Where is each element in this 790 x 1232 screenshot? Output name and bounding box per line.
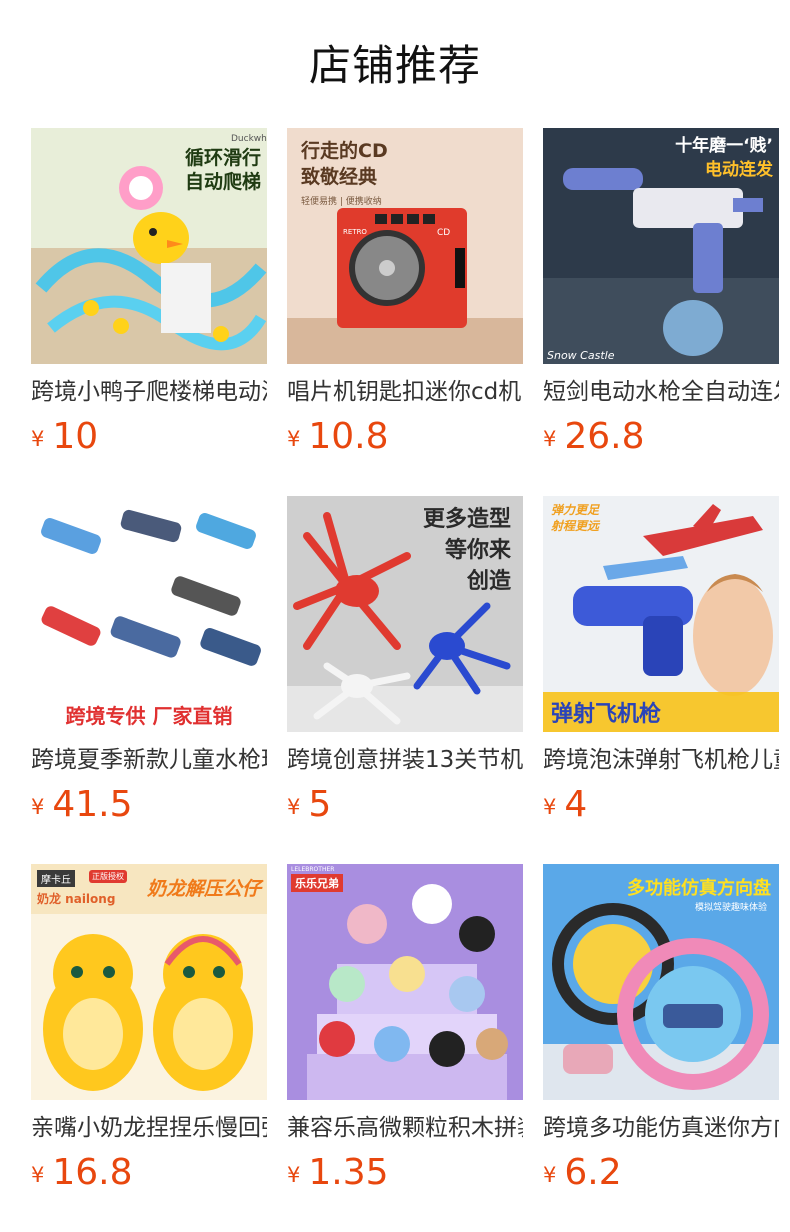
product-card[interactable]: 跨境专供 厂家直销 跨境夏季新款儿童水枪玩具 ¥41.5 <box>31 496 267 836</box>
product-image[interactable]: 多功能仿真方向盘 模拟驾驶趣味体验 <box>543 864 779 1100</box>
device-label-cd: CD <box>437 228 451 238</box>
device-label-retro: RETRO <box>343 228 367 236</box>
product-image[interactable]: LELEBROTHER 乐乐兄弟 <box>287 864 523 1100</box>
product-card[interactable]: 摩卡丘 正版授权 奶龙 nailong 奶龙解压公仔 亲嘴小奶龙捏捏乐慢回弹玩具… <box>31 864 267 1204</box>
product-name[interactable]: 兼容乐高微颗粒积木拼装玩具 <box>287 1112 523 1144</box>
product-name[interactable]: 跨境创意拼装13关节机甲蜘蛛 <box>287 744 523 776</box>
product-name[interactable]: 短剑电动水枪全自动连发 <box>543 376 779 408</box>
product-price: ¥1.35 <box>287 1151 389 1195</box>
currency-symbol: ¥ <box>287 1163 301 1187</box>
currency-symbol: ¥ <box>31 795 45 819</box>
product-image[interactable]: 行走的CD 致敬经典 轻便易携 | 便携收纳 RETRO CD <box>287 128 523 364</box>
price-amount: 10 <box>52 416 99 457</box>
product-image[interactable]: 摩卡丘 正版授权 奶龙 nailong 奶龙解压公仔 <box>31 864 267 1100</box>
currency-symbol: ¥ <box>31 427 45 451</box>
image-brand: Duckwhite <box>231 134 267 144</box>
price-amount: 6.2 <box>564 1152 622 1193</box>
product-card[interactable]: 更多造型 等你来 创造 跨境创意拼装13关节机甲蜘蛛 ¥5 <box>287 496 523 836</box>
currency-symbol: ¥ <box>543 795 557 819</box>
product-name[interactable]: 跨境夏季新款儿童水枪玩具 <box>31 744 267 776</box>
image-caption: 更多造型 等你来 创造 <box>422 507 511 594</box>
image-tags: 轻便易携 | 便携收纳 <box>301 197 382 207</box>
product-price: ¥5 <box>287 783 331 827</box>
license-badge: 正版授权 <box>89 870 127 883</box>
product-image[interactable]: 弹力更足 射程更远 弹射飞机枪 <box>543 496 779 732</box>
product-price: ¥4 <box>543 783 587 827</box>
image-caption: 行走的CD 致敬经典 <box>301 140 388 188</box>
image-brand: 摩卡丘 <box>37 870 75 887</box>
product-name[interactable]: 唱片机钥匙扣迷你cd机 <box>287 376 523 408</box>
product-image[interactable]: 十年磨一‘贱’ 电动连发 Snow Castle <box>543 128 779 364</box>
product-image[interactable]: Duckwhite 循环滑行 自动爬梯 <box>31 128 267 364</box>
image-caption: 循环滑行 自动爬梯 <box>184 147 261 193</box>
image-brand: Snow Castle <box>547 349 615 362</box>
price-amount: 1.35 <box>308 1152 389 1193</box>
currency-symbol: ¥ <box>287 795 301 819</box>
product-card[interactable]: 行走的CD 致敬经典 轻便易携 | 便携收纳 RETRO CD 唱片机钥匙扣迷你… <box>287 128 523 468</box>
currency-symbol: ¥ <box>543 427 557 451</box>
image-caption: 十年磨一‘贱’ 电动连发 <box>675 136 773 180</box>
image-caption: 多功能仿真方向盘 <box>627 878 771 899</box>
image-brand-en: LELEBROTHER <box>291 866 335 873</box>
product-card[interactable]: 十年磨一‘贱’ 电动连发 Snow Castle 短剑电动水枪全自动连发 ¥26… <box>543 128 779 468</box>
image-caption: 奶龙解压公仔 <box>146 878 261 900</box>
product-name[interactable]: 跨境小鸭子爬楼梯电动滑滑梯 <box>31 376 267 408</box>
currency-symbol: ¥ <box>287 427 301 451</box>
image-caption: 弹力更足 射程更远 <box>551 503 600 533</box>
image-banner: 弹射飞机枪 <box>551 702 662 727</box>
product-name[interactable]: 亲嘴小奶龙捏捏乐慢回弹玩具 <box>31 1112 267 1144</box>
product-price: ¥6.2 <box>543 1151 622 1195</box>
price-amount: 26.8 <box>564 416 645 457</box>
product-price: ¥41.5 <box>31 783 133 827</box>
price-amount: 4 <box>564 784 588 825</box>
image-subcaption: 模拟驾驶趣味体验 <box>694 903 767 913</box>
product-name[interactable]: 跨境泡沫弹射飞机枪儿童玩具 <box>543 744 779 776</box>
product-card[interactable]: LELEBROTHER 乐乐兄弟 兼容乐高微颗粒积木拼装玩具 ¥1.35 <box>287 864 523 1204</box>
image-caption: 跨境专供 厂家直销 <box>65 704 233 728</box>
product-price: ¥16.8 <box>31 1151 133 1195</box>
product-image[interactable]: 跨境专供 厂家直销 <box>31 496 267 732</box>
product-price: ¥10.8 <box>287 415 389 459</box>
product-price: ¥10 <box>31 415 98 459</box>
product-card[interactable]: 弹力更足 射程更远 弹射飞机枪 跨境泡沫弹射飞机枪儿童玩具 ¥4 <box>543 496 779 836</box>
currency-symbol: ¥ <box>31 1163 45 1187</box>
currency-symbol: ¥ <box>543 1163 557 1187</box>
price-amount: 5 <box>308 784 332 825</box>
image-logo: 奶龙 nailong <box>37 892 116 906</box>
product-name[interactable]: 跨境多功能仿真迷你方向盘 <box>543 1112 779 1144</box>
price-amount: 41.5 <box>52 784 133 825</box>
image-brand: 乐乐兄弟 <box>291 874 343 892</box>
page-title: 店铺推荐 <box>308 41 481 90</box>
price-amount: 16.8 <box>52 1152 133 1193</box>
product-image[interactable]: 更多造型 等你来 创造 <box>287 496 523 732</box>
product-card[interactable]: Duckwhite 循环滑行 自动爬梯 跨境小鸭子爬楼梯电动滑滑梯 ¥10 <box>31 128 267 468</box>
price-amount: 10.8 <box>308 416 389 457</box>
product-price: ¥26.8 <box>543 415 645 459</box>
product-card[interactable]: 多功能仿真方向盘 模拟驾驶趣味体验 跨境多功能仿真迷你方向盘 ¥6.2 <box>543 864 779 1204</box>
